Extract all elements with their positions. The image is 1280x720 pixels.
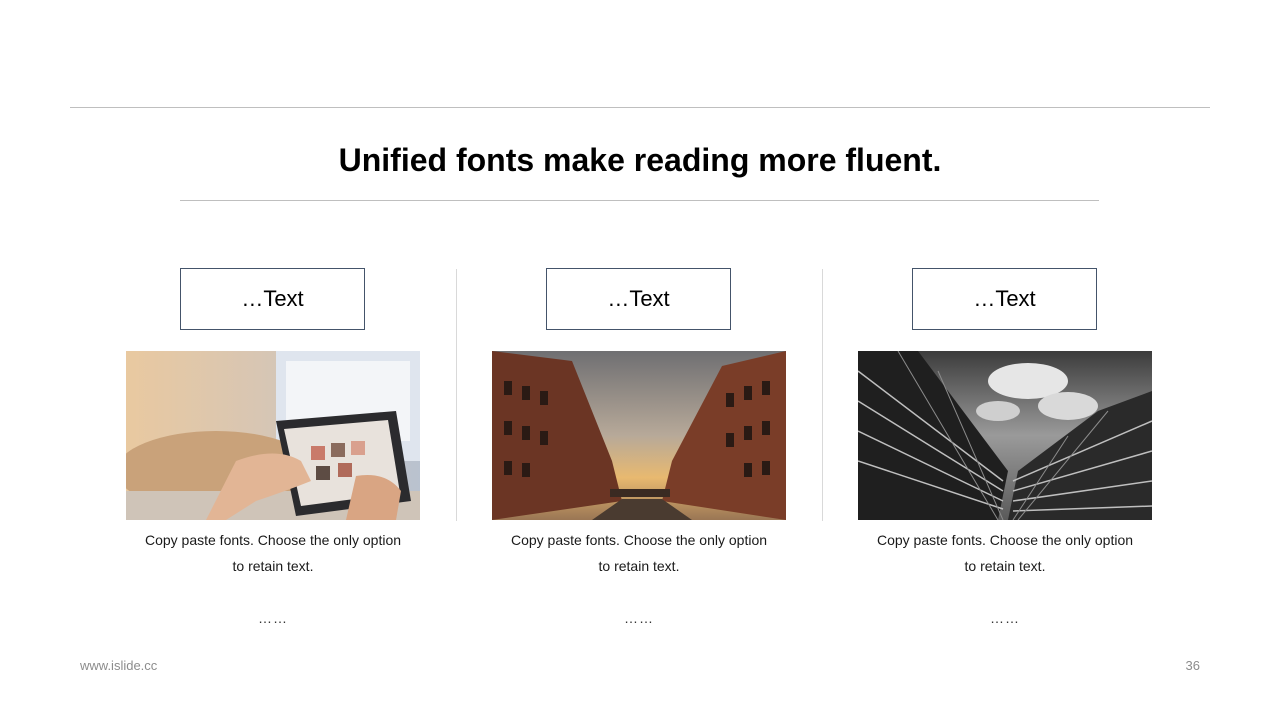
title-underline [180,200,1099,201]
card-label-box[interactable]: …Text [546,268,731,330]
caption-line-2: to retain text. [232,558,314,574]
caption-line-2: to retain text. [964,558,1046,574]
card-caption: Copy paste fonts. Choose the only option… [858,527,1152,579]
caption-line-1: Copy paste fonts. Choose the only option [510,532,768,548]
ellipsis-text: …… [990,610,1020,626]
caption-line-1: Copy paste fonts. Choose the only option [144,532,402,548]
card-label-box[interactable]: …Text [180,268,365,330]
card-caption: Copy paste fonts. Choose the only option… [126,527,420,579]
column-divider-2 [822,269,823,521]
slide-title: Unified fonts make reading more fluent. [338,142,942,178]
caption-line-1: Copy paste fonts. Choose the only option [876,532,1134,548]
content-card-1: …Text Copy paste fonts. Choose the only … [126,268,420,638]
top-divider [70,107,1210,108]
card-caption: Copy paste fonts. Choose the only option… [492,527,786,579]
tablet-photo-icon [126,351,420,520]
card-label-box[interactable]: …Text [912,268,1097,330]
ellipsis-text: …… [258,610,288,626]
column-divider-1 [456,269,457,521]
page-number: 36 [1185,658,1200,673]
skyscraper-photo-icon [858,351,1152,520]
footer-website[interactable]: www.islide.cc [80,658,157,673]
caption-line-2: to retain text. [598,558,680,574]
canal-buildings-photo-icon [492,351,786,520]
content-card-2: …Text Copy paste fonts. Choose the only … [492,268,786,638]
ellipsis-text: …… [624,610,654,626]
content-card-3: …Text Copy paste fonts. Choose the only … [858,268,1152,638]
